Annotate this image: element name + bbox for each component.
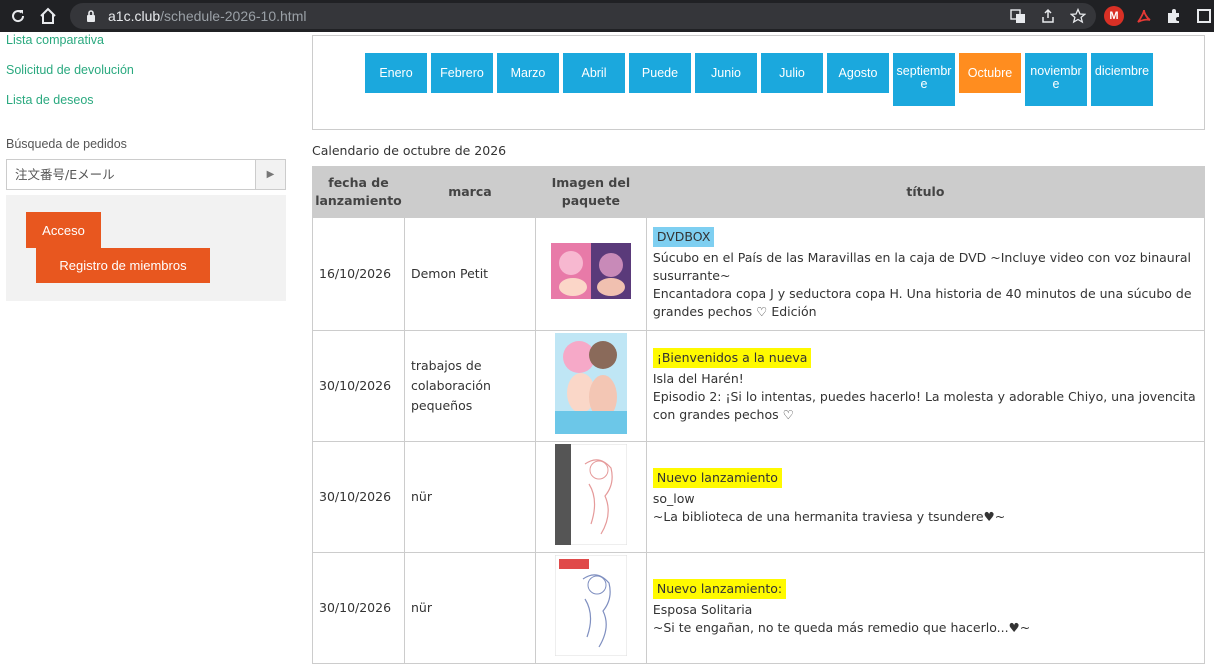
extensions-puzzle-icon[interactable] (1164, 6, 1184, 26)
brand-link[interactable]: nür (403, 552, 536, 664)
address-bar[interactable]: a1c.club/schedule-2026-10.html (70, 3, 1096, 29)
sidebar-link-returns[interactable]: Solicitud de devolución (6, 63, 134, 77)
dvdbox-badge: DVDBOX (652, 227, 715, 247)
header-brand: marca (403, 166, 536, 218)
member-box: Acceso Registro de miembros (6, 195, 286, 301)
home-icon[interactable] (36, 4, 60, 28)
month-febrero[interactable]: Febrero (431, 53, 493, 93)
release-calendar-table: fecha de lanzamiento marca Imagen del pa… (312, 166, 1206, 664)
extension-m-icon[interactable]: M (1104, 6, 1124, 26)
title-cell: Nuevo lanzamiento: Esposa Solitaria ~Si … (645, 552, 1206, 664)
month-agosto[interactable]: Agosto (827, 53, 889, 93)
register-button[interactable]: Registro de miembros (36, 248, 210, 283)
title-cell: Nuevo lanzamiento so_low ~La biblioteca … (645, 441, 1206, 553)
package-image-cell (534, 217, 647, 331)
order-search-submit-button[interactable]: ▶ (255, 159, 286, 190)
month-abril[interactable]: Abril (563, 53, 625, 93)
month-septiembre[interactable]: septiembre (893, 53, 955, 106)
month-junio[interactable]: Junio (695, 53, 757, 93)
title-cell: ¡Bienvenidos a la nueva Isla del Harén! … (645, 330, 1206, 442)
new-release-badge: Nuevo lanzamiento (652, 468, 782, 488)
package-image-cell (534, 330, 647, 442)
bookmark-star-icon[interactable] (1068, 6, 1088, 26)
play-arrow-icon: ▶ (266, 169, 275, 180)
order-search-label: Búsqueda de pedidos (6, 137, 127, 151)
table-row: 16/10/2026 Demon Petit DVDBOX Súcubo en … (312, 217, 1206, 331)
brand-link[interactable]: Demon Petit (403, 217, 536, 331)
release-date: 16/10/2026 (312, 217, 405, 331)
sidebar-link-comparison[interactable]: Lista comparativa (6, 33, 104, 47)
window-icon[interactable] (1194, 6, 1214, 26)
title-cell: DVDBOX Súcubo en el País de las Maravill… (645, 217, 1206, 331)
lock-icon[interactable] (82, 9, 100, 23)
header-date: fecha de lanzamiento (312, 166, 405, 218)
new-release-badge: ¡Bienvenidos a la nueva (652, 348, 812, 368)
title-link[interactable]: Isla del Harén! (653, 371, 744, 386)
package-image-cell (534, 552, 647, 664)
package-image[interactable] (554, 332, 627, 434)
title-subtitle[interactable]: Episodio 2: ¡Si lo intentas, puedes hace… (653, 389, 1196, 422)
brand-link[interactable]: trabajos de colaboración pequeños (403, 330, 536, 442)
table-row: 30/10/2026 trabajos de colaboración pequ… (312, 330, 1206, 442)
calendar-caption: Calendario de octubre de 2026 (312, 143, 507, 158)
title-subtitle[interactable]: ~La biblioteca de una hermanita traviesa… (653, 509, 1005, 524)
package-image-cell (534, 441, 647, 553)
browser-toolbar: a1c.club/schedule-2026-10.html M (0, 0, 1214, 32)
month-puede[interactable]: Puede (629, 53, 691, 93)
month-noviembre[interactable]: noviembre (1025, 53, 1087, 106)
title-link[interactable]: Esposa Solitaria (653, 602, 753, 617)
new-release-badge: Nuevo lanzamiento: (652, 579, 787, 599)
pdf-extension-icon[interactable] (1134, 6, 1154, 26)
order-search-input[interactable] (6, 159, 256, 190)
header-title: título (645, 166, 1206, 218)
title-link[interactable]: Súcubo en el País de las Maravillas en l… (653, 250, 1191, 283)
month-julio[interactable]: Julio (761, 53, 823, 93)
month-marzo[interactable]: Marzo (497, 53, 559, 93)
url-text[interactable]: a1c.club/schedule-2026-10.html (108, 8, 306, 24)
table-row: 30/10/2026 nür Nuevo lanzamiento: Esposa… (312, 552, 1206, 664)
release-date: 30/10/2026 (312, 330, 405, 442)
title-link[interactable]: so_low (653, 491, 695, 506)
login-button[interactable]: Acceso (26, 212, 101, 248)
brand-link[interactable]: nür (403, 441, 536, 553)
title-subtitle[interactable]: Encantadora copa J y seductora copa H. U… (653, 286, 1192, 319)
sidebar-link-wishlist[interactable]: Lista de deseos (6, 93, 94, 107)
package-image[interactable] (550, 243, 631, 299)
month-diciembre[interactable]: diciembre (1091, 53, 1153, 106)
reload-icon[interactable] (6, 4, 30, 28)
month-octubre[interactable]: Octubre (959, 53, 1021, 93)
title-subtitle[interactable]: ~Si te engañan, no te queda más remedio … (653, 620, 1030, 635)
share-icon[interactable] (1038, 6, 1058, 26)
table-row: 30/10/2026 nür Nuevo lanzamiento so_low … (312, 441, 1206, 553)
month-enero[interactable]: Enero (365, 53, 427, 93)
release-date: 30/10/2026 (312, 441, 405, 553)
release-date: 30/10/2026 (312, 552, 405, 664)
translate-icon[interactable] (1008, 6, 1028, 26)
header-image: Imagen del paquete (534, 166, 647, 218)
package-image[interactable] (554, 554, 627, 656)
table-header-row: fecha de lanzamiento marca Imagen del pa… (312, 166, 1206, 218)
package-image[interactable] (554, 443, 627, 545)
